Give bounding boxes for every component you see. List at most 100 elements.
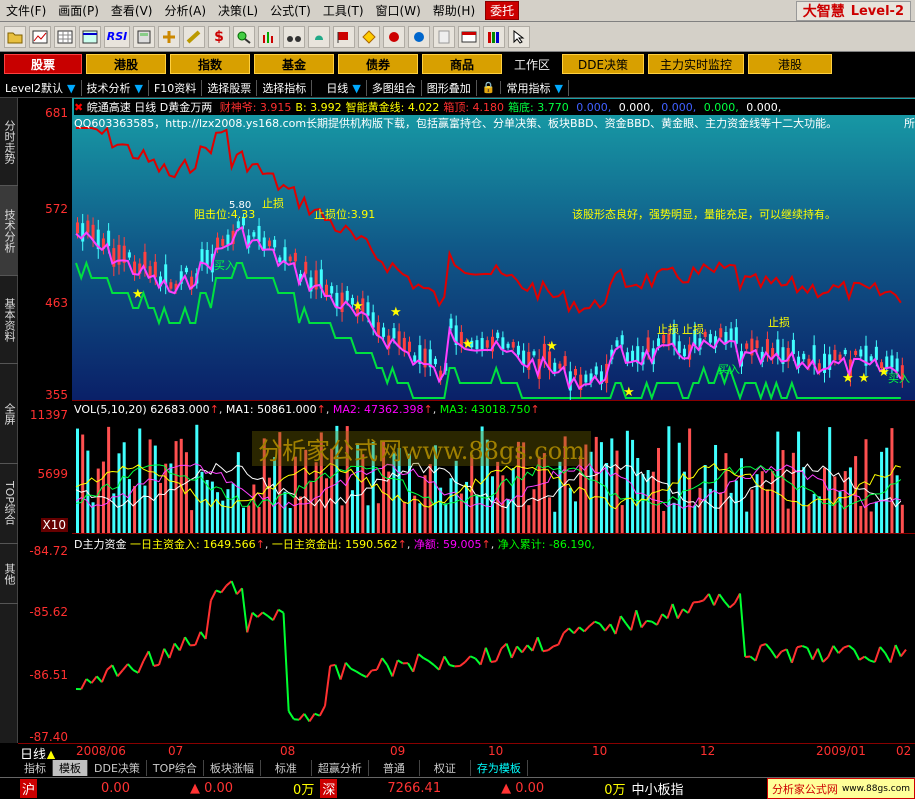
period-menu[interactable]: 日线▼ [312,80,366,96]
books-icon[interactable] [483,26,505,48]
grid-icon[interactable] [54,26,76,48]
tab-super-analysis[interactable]: 超赢分析 [312,760,369,776]
fund-segment [112,665,117,676]
rocket-icon[interactable] [383,26,405,48]
select-stock-menu[interactable]: 选择股票 [202,80,257,96]
tab-intraday[interactable]: 分时走势 [0,98,18,186]
select-indicator-menu[interactable]: 选择指标 [257,80,312,96]
calc-icon[interactable] [133,26,155,48]
market-fund-button[interactable]: 基金 [254,54,334,74]
menu-analysis[interactable]: 分析(A) [158,2,212,19]
market-commodity-button[interactable]: 商品 [422,54,502,74]
market-bond-button[interactable]: 债券 [338,54,418,74]
candle [704,332,707,337]
alarm-icon[interactable] [408,26,430,48]
date-tick: 09 [390,744,405,758]
volume-bar [724,453,727,534]
volume-bar [107,427,110,534]
tab-normal[interactable]: 普通 [369,760,420,776]
fund-segment [548,646,553,650]
volume-chart[interactable]: 分析家公式网www.88gs.com VOL(5,10,20) 62683.00… [72,400,915,533]
tab-save-template[interactable]: 存为模板 [471,760,528,776]
market-stocks-button[interactable]: 股票 [4,54,82,74]
level2-default-menu[interactable]: Level2默认▼ [0,80,82,96]
chart-icon[interactable] [29,26,51,48]
volume-bar [616,451,619,534]
flag-icon[interactable] [333,26,355,48]
menu-trade[interactable]: 委托 [485,1,519,20]
sh-market-label[interactable]: 沪 [20,779,37,798]
f10-menu[interactable]: F10资料 [149,80,202,96]
hk-stock-button[interactable]: 港股 [748,54,832,74]
overlay-menu[interactable]: 图形叠加 [422,80,477,96]
fund-segment [719,594,724,601]
folder-icon[interactable] [4,26,26,48]
lock-icon[interactable]: 🔒 [477,81,502,94]
signal-star: ★ [132,287,144,302]
bell-icon[interactable] [308,26,330,48]
candle [678,341,681,353]
common-indicator-menu[interactable]: 常用指标▼ [501,80,568,96]
menu-window[interactable]: 窗口(W) [370,2,427,19]
fund-segment [138,661,143,673]
promo-badge[interactable]: 分析家公式网www.88gs.com [767,778,915,799]
fund-segment [590,622,595,626]
volume-legend: VOL(5,10,20) 62683.000↑, MA1: 50861.000↑… [74,403,540,416]
candle [475,340,478,349]
tab-top[interactable]: TOP综合 [147,760,204,776]
tab-warrant[interactable]: 权证 [420,760,471,776]
tab-standard[interactable]: 标准 [261,760,312,776]
tab-sector-gain[interactable]: 板块涨幅 [204,760,261,776]
card-icon[interactable] [458,26,480,48]
menu-view[interactable]: 查看(V) [105,2,159,19]
fund-segment [621,616,626,623]
y-tick: 681 [45,106,68,120]
ruler-icon[interactable] [183,26,205,48]
fund-segment [517,646,522,652]
diamond-icon[interactable] [358,26,380,48]
zoom-icon[interactable] [233,26,255,48]
menu-file[interactable]: 文件(F) [0,2,52,19]
table-icon[interactable] [79,26,101,48]
fund-segment [97,676,102,682]
y-tick: 463 [45,296,68,310]
volume-bar [450,478,453,534]
dde-decision-button[interactable]: DDE决策 [562,54,644,74]
cursor-icon[interactable] [508,26,530,48]
dollar-icon[interactable]: $ [208,26,230,48]
volume-bar [258,507,261,534]
volume-bar [216,492,219,534]
sz-market-label[interactable]: 深 [320,779,337,798]
tab-template[interactable]: 模板 [53,760,88,776]
workarea-label[interactable]: 工作区 [506,56,558,73]
menu-decision[interactable]: 决策(L) [212,2,264,19]
tab-indicators[interactable]: 指标 [18,760,53,776]
main-force-monitor-button[interactable]: 主力实时监控 [648,54,744,74]
tab-dde[interactable]: DDE决策 [88,760,147,776]
sme-index-label[interactable]: 中小板指 [631,779,683,798]
tab-other[interactable]: 其他 [0,544,18,604]
fund-flow-chart[interactable]: D主力资金 一日主资金入: 1649.566↑, 一日主资金出: 1590.56… [72,533,915,743]
tab-top-composite[interactable]: TOP综合 [0,464,18,544]
multi-chart-menu[interactable]: 多图组合 [367,80,422,96]
move-icon[interactable] [158,26,180,48]
doc-icon[interactable] [433,26,455,48]
rsi-icon[interactable]: RSI [104,26,130,48]
tab-fullscreen[interactable]: 全屏 [0,364,18,464]
tech-analysis-menu[interactable]: 技术分析▼ [82,80,149,96]
market-index-button[interactable]: 指数 [170,54,250,74]
menu-formula[interactable]: 公式(T) [264,2,317,19]
volume-bar [232,483,235,534]
binoculars-icon[interactable] [283,26,305,48]
volume-bar [600,442,603,534]
bars-icon[interactable] [258,26,280,48]
fund-segment [527,645,532,651]
market-hk-button[interactable]: 港股 [86,54,166,74]
menu-view-screen[interactable]: 画面(P) [52,2,105,19]
menu-tools[interactable]: 工具(T) [317,2,370,19]
volume-bar [367,505,370,534]
tab-technical[interactable]: 技术分析 [0,186,18,276]
menu-help[interactable]: 帮助(H) [427,2,481,19]
tab-fundamentals[interactable]: 基本资料 [0,276,18,364]
price-chart[interactable]: ★★★★★★★★★ ✖ 皖通高速 日线 D黄金万两 财神爷: 3.915B: 3… [72,98,915,400]
